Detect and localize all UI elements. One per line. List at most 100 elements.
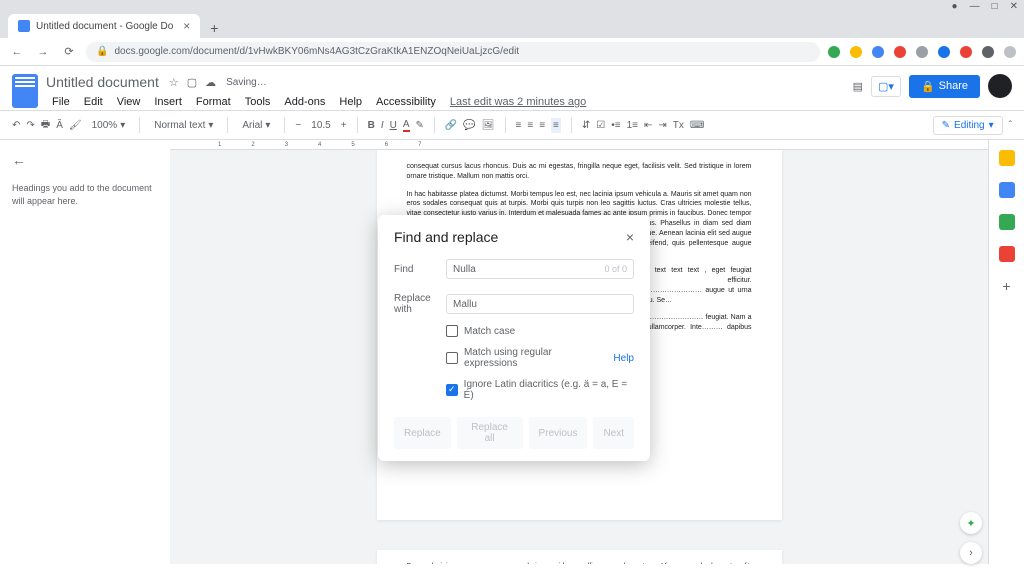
menu-accessibility[interactable]: Accessibility	[370, 94, 442, 110]
tab-close-icon[interactable]: ×	[183, 19, 190, 33]
ignore-diacritics-checkbox[interactable]	[446, 384, 458, 396]
ruler[interactable]: 1234567	[170, 140, 988, 150]
back-button[interactable]: ←	[8, 43, 26, 61]
find-input[interactable]: Nulla 0 of 0	[446, 259, 634, 279]
maximize-icon[interactable]: □	[992, 1, 998, 12]
match-case-checkbox[interactable]	[446, 325, 458, 337]
insert-link-button[interactable]: 🔗	[445, 120, 457, 131]
menu-view[interactable]: View	[111, 94, 147, 110]
account-avatar[interactable]	[988, 74, 1012, 98]
ext-icon[interactable]	[872, 46, 884, 58]
next-button[interactable]: Next	[593, 417, 634, 449]
address-bar[interactable]: 🔒 docs.google.com/document/d/1vHwkBKY06m…	[86, 42, 820, 62]
document-title[interactable]: Untitled document	[46, 74, 159, 90]
find-label: Find	[394, 264, 446, 275]
bullet-list-button[interactable]: •≡	[611, 120, 620, 131]
new-tab-button[interactable]: +	[204, 18, 224, 38]
regex-label: Match using regular expressions	[464, 347, 607, 369]
dialog-title: Find and replace	[394, 229, 498, 245]
menu-edit[interactable]: Edit	[78, 94, 109, 110]
ext-icon[interactable]	[938, 46, 950, 58]
increase-font-button[interactable]: +	[341, 120, 347, 131]
docs-logo-icon[interactable]	[12, 74, 38, 108]
close-icon[interactable]: ✕	[1010, 1, 1018, 12]
underline-button[interactable]: U	[390, 120, 397, 131]
align-right-button[interactable]: ≡	[539, 120, 545, 131]
insert-comment-button[interactable]: 💬	[463, 120, 475, 131]
contacts-icon[interactable]	[999, 214, 1015, 230]
editing-mode-button[interactable]: ✎ Editing ▾	[933, 116, 1003, 135]
paint-format-button[interactable]: 🖌	[69, 120, 82, 131]
font-size-input[interactable]: 10.5	[307, 118, 334, 133]
present-icon[interactable]: ▢▾	[871, 76, 901, 97]
maps-icon[interactable]	[999, 246, 1015, 262]
style-select[interactable]: Normal text▾	[150, 118, 217, 133]
last-edit-link[interactable]: Last edit was 2 minutes ago	[444, 94, 592, 110]
ext-icon[interactable]	[982, 46, 994, 58]
ext-icon[interactable]	[916, 46, 928, 58]
menu-tools[interactable]: Tools	[239, 94, 277, 110]
menu-help[interactable]: Help	[333, 94, 368, 110]
redo-button[interactable]: ↷	[26, 120, 34, 131]
undo-button[interactable]: ↶	[12, 120, 20, 131]
dialog-close-button[interactable]: ×	[626, 229, 634, 245]
input-tools-button[interactable]: ⌨	[690, 120, 704, 131]
comment-history-icon[interactable]: ▤	[853, 80, 863, 93]
browser-tab[interactable]: Untitled document - Google Do ×	[8, 14, 200, 38]
text-color-button[interactable]: A	[403, 119, 410, 132]
replace-input[interactable]: Mallu	[446, 294, 634, 314]
hide-sidebar-button[interactable]: ›	[960, 542, 982, 564]
add-addon-button[interactable]: +	[999, 278, 1015, 294]
regex-checkbox[interactable]	[446, 352, 458, 364]
ext-icon[interactable]	[960, 46, 972, 58]
spellcheck-button[interactable]: Ă	[56, 120, 63, 131]
share-button[interactable]: 🔒 Share	[909, 75, 980, 98]
share-label: Share	[939, 80, 968, 92]
align-justify-button[interactable]: ≡	[551, 118, 561, 133]
insert-image-button[interactable]: 🖼	[482, 120, 495, 131]
collapse-toolbar-button[interactable]: ˆ	[1009, 120, 1012, 131]
ext-icon[interactable]	[894, 46, 906, 58]
menu-addons[interactable]: Add-ons	[278, 94, 331, 110]
italic-button[interactable]: I	[381, 120, 384, 131]
print-button[interactable]: 🖶	[41, 117, 50, 134]
decrease-font-button[interactable]: −	[295, 120, 301, 131]
reload-button[interactable]: ⟳	[60, 43, 78, 61]
menu-format[interactable]: Format	[190, 94, 237, 110]
outline-back-button[interactable]: ←	[12, 152, 158, 168]
line-spacing-button[interactable]: ⇵	[582, 120, 590, 131]
replace-button[interactable]: Replace	[394, 417, 451, 449]
zoom-select[interactable]: 100%▾	[88, 118, 130, 133]
bold-button[interactable]: B	[368, 120, 375, 131]
menubar: File Edit View Insert Format Tools Add-o…	[46, 94, 845, 110]
font-select[interactable]: Arial▾	[238, 118, 274, 133]
keep-icon[interactable]	[999, 150, 1015, 166]
align-left-button[interactable]: ≡	[516, 120, 522, 131]
find-count: 0 of 0	[604, 264, 627, 274]
page[interactable]: Donec lacinia augue nec urna scelerisque…	[377, 550, 782, 564]
forward-button[interactable]: →	[34, 43, 52, 61]
menu-file[interactable]: File	[46, 94, 76, 110]
cloud-icon[interactable]: ☁	[205, 76, 216, 89]
toolbar: ↶ ↷ 🖶 Ă 🖌 100%▾ Normal text▾ Arial▾ − 10…	[0, 110, 1024, 140]
previous-button[interactable]: Previous	[529, 417, 588, 449]
replace-all-button[interactable]: Replace all	[457, 417, 523, 449]
ext-icon[interactable]	[850, 46, 862, 58]
minimize-icon[interactable]: —	[970, 1, 980, 12]
numbered-list-button[interactable]: 1≡	[627, 120, 638, 131]
increase-indent-button[interactable]: ⇥	[658, 120, 666, 131]
checklist-button[interactable]: ☑	[596, 120, 605, 131]
explore-button[interactable]: ✦	[960, 512, 982, 534]
folder-move-icon[interactable]: ▢	[187, 76, 197, 89]
ext-icon[interactable]	[828, 46, 840, 58]
regex-help-link[interactable]: Help	[613, 353, 634, 364]
highlight-button[interactable]: ✎	[416, 120, 424, 131]
clear-format-button[interactable]: Tx	[673, 120, 684, 131]
align-center-button[interactable]: ≡	[527, 120, 533, 131]
tasks-icon[interactable]	[999, 182, 1015, 198]
star-icon[interactable]: ☆	[169, 76, 179, 89]
menu-insert[interactable]: Insert	[148, 94, 188, 110]
decrease-indent-button[interactable]: ⇤	[644, 120, 652, 131]
ext-menu-icon[interactable]	[1004, 46, 1016, 58]
side-panel: +	[988, 140, 1024, 564]
